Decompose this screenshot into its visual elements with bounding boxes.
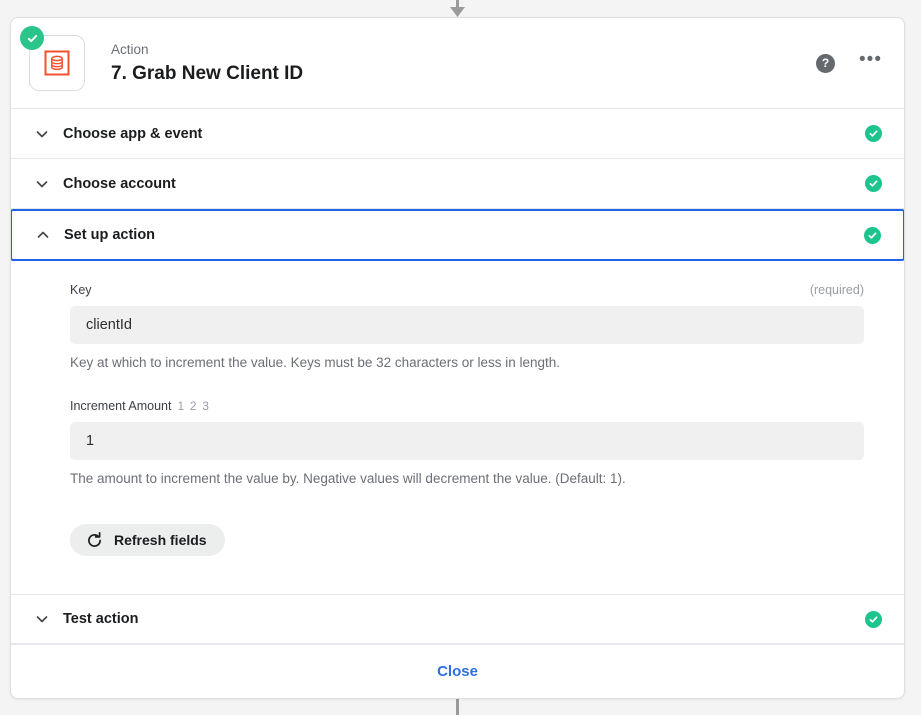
action-step-card: Action 7. Grab New Client ID ? ••• Choos… [10,17,905,699]
field-help-text: The amount to increment the value by. Ne… [70,471,626,486]
section-choose-app-event[interactable]: Choose app & event [11,109,904,159]
card-footer: Close [11,644,904,698]
section-test-action[interactable]: Test action [11,594,904,644]
section-label: Set up action [64,227,156,243]
more-options-icon[interactable]: ••• [859,50,882,72]
field-label: Increment Amount [70,399,172,413]
refresh-fields-button[interactable]: Refresh fields [70,524,225,556]
chevron-down-icon [35,612,49,626]
field-key: Key (required) Key at which to increment… [70,283,864,372]
action-step-header: Action 7. Grab New Client ID ? ••• [11,18,904,109]
section-status-check-icon [865,125,882,142]
increment-amount-input[interactable] [70,422,864,460]
close-button[interactable]: Close [437,663,478,680]
chevron-down-icon [35,127,49,141]
step-type-label: Action [111,42,149,57]
field-label: Key [70,283,92,297]
set-up-action-form: Key (required) Key at which to increment… [11,261,904,594]
field-required-marker: (required) [809,283,864,297]
field-label-row: Key (required) [70,283,864,297]
flow-connector-line-bottom [456,699,459,715]
section-label: Test action [63,611,139,627]
chevron-up-icon [36,228,50,242]
section-status-check-icon [865,175,882,192]
section-choose-account[interactable]: Choose account [11,159,904,209]
field-help-text: Key at which to increment the value. Key… [70,355,560,370]
section-status-check-icon [864,226,881,244]
chevron-down-icon [35,177,49,191]
refresh-icon [86,531,103,549]
header-text-block: Action 7. Grab New Client ID [111,40,303,86]
key-input[interactable] [70,306,864,344]
section-status-check-icon [865,610,882,628]
section-label: Choose app & event [63,125,203,142]
section-label: Choose account [63,175,176,192]
page-title: 7. Grab New Client ID [111,63,304,84]
step-status-check-icon [20,26,44,50]
refresh-fields-label: Refresh fields [114,532,207,548]
flow-connector-arrow-top [450,0,465,17]
help-icon[interactable]: ? [816,53,836,73]
field-label-row: Increment Amount 1 2 3 [70,399,864,413]
field-type-hint: 1 2 3 [177,399,211,413]
field-increment-amount: Increment Amount 1 2 3 The amount to inc… [70,399,864,488]
header-actions: ? ••• [816,50,882,73]
section-set-up-action[interactable]: Set up action [11,209,904,261]
app-icon-container [20,26,85,91]
